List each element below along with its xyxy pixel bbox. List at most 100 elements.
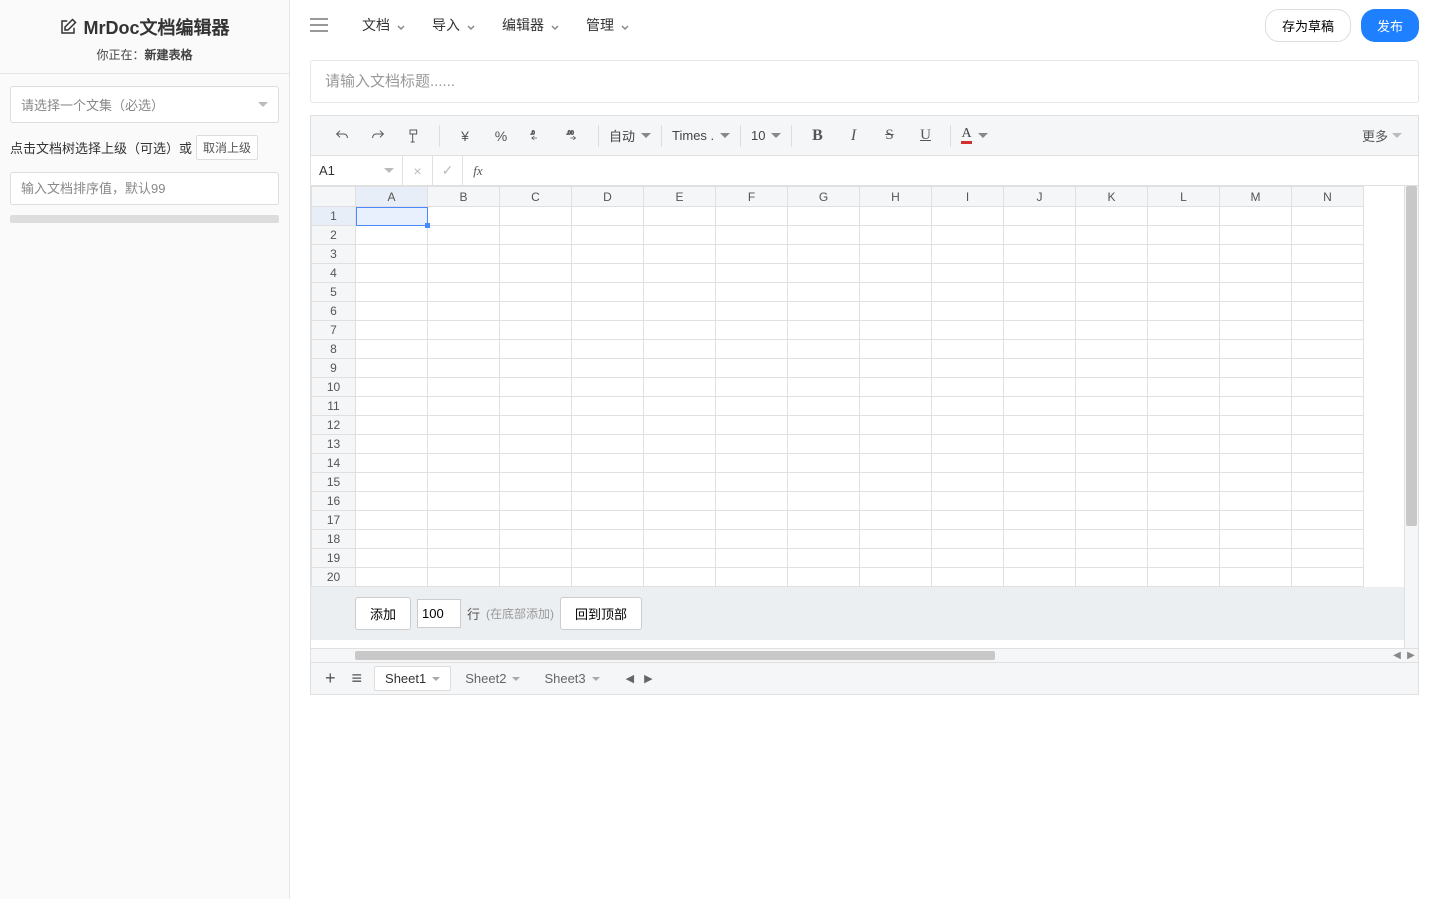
cell[interactable] (572, 530, 644, 549)
underline-button[interactable]: U (912, 123, 938, 149)
cell[interactable] (500, 549, 572, 568)
column-header[interactable]: H (860, 187, 932, 207)
cell[interactable] (1076, 454, 1148, 473)
cell[interactable] (644, 454, 716, 473)
cell[interactable] (356, 454, 428, 473)
cell[interactable] (716, 568, 788, 587)
cell[interactable] (1292, 568, 1364, 587)
cell[interactable] (1220, 302, 1292, 321)
cell[interactable] (644, 568, 716, 587)
undo-button[interactable] (329, 123, 355, 149)
cell[interactable] (572, 302, 644, 321)
cell[interactable] (932, 359, 1004, 378)
cell[interactable] (428, 245, 500, 264)
add-sheet-button[interactable]: + (321, 668, 340, 689)
cell[interactable] (644, 245, 716, 264)
cell[interactable] (716, 207, 788, 226)
cell[interactable] (1220, 568, 1292, 587)
cell[interactable] (500, 359, 572, 378)
cell[interactable] (644, 530, 716, 549)
column-header[interactable]: N (1292, 187, 1364, 207)
cell[interactable] (356, 321, 428, 340)
cell[interactable] (428, 283, 500, 302)
cell[interactable] (572, 397, 644, 416)
cell[interactable] (788, 321, 860, 340)
cell[interactable] (644, 302, 716, 321)
cell[interactable] (932, 397, 1004, 416)
sheet-tab[interactable]: Sheet1 (374, 666, 451, 691)
cell[interactable] (1220, 435, 1292, 454)
strikethrough-button[interactable]: S (876, 123, 902, 149)
cell[interactable] (644, 359, 716, 378)
sort-input[interactable] (10, 172, 279, 205)
cell[interactable] (716, 264, 788, 283)
cell[interactable] (500, 283, 572, 302)
cell[interactable] (1292, 245, 1364, 264)
cell[interactable] (1004, 302, 1076, 321)
cell[interactable] (860, 207, 932, 226)
column-header[interactable]: A (356, 187, 428, 207)
cell[interactable] (572, 511, 644, 530)
cell[interactable] (788, 283, 860, 302)
cell[interactable] (716, 378, 788, 397)
cell[interactable] (1220, 207, 1292, 226)
cell[interactable] (644, 207, 716, 226)
cell[interactable] (716, 435, 788, 454)
cell[interactable] (1148, 397, 1220, 416)
cell[interactable] (788, 245, 860, 264)
cell[interactable] (500, 207, 572, 226)
cell[interactable] (932, 435, 1004, 454)
cell[interactable] (1076, 511, 1148, 530)
cell[interactable] (1220, 359, 1292, 378)
cell[interactable] (1292, 302, 1364, 321)
cell[interactable] (1148, 568, 1220, 587)
cell[interactable] (1076, 340, 1148, 359)
cell[interactable] (1148, 435, 1220, 454)
percent-button[interactable]: % (488, 123, 514, 149)
cell[interactable] (644, 435, 716, 454)
cell[interactable] (1076, 397, 1148, 416)
cell[interactable] (860, 302, 932, 321)
row-header[interactable]: 9 (312, 359, 356, 378)
cell[interactable] (1220, 492, 1292, 511)
cell[interactable] (1004, 359, 1076, 378)
cell[interactable] (428, 530, 500, 549)
cell[interactable] (860, 435, 932, 454)
column-header[interactable]: J (1004, 187, 1076, 207)
cell[interactable] (1004, 264, 1076, 283)
column-header[interactable]: D (572, 187, 644, 207)
cell[interactable] (356, 511, 428, 530)
column-header[interactable]: K (1076, 187, 1148, 207)
cell[interactable] (788, 530, 860, 549)
cell[interactable] (1292, 321, 1364, 340)
cell[interactable] (788, 473, 860, 492)
font-size-select[interactable]: 10 (745, 128, 787, 143)
cell[interactable] (356, 473, 428, 492)
cell[interactable] (716, 302, 788, 321)
cell[interactable] (356, 378, 428, 397)
cell[interactable] (1292, 226, 1364, 245)
row-header[interactable]: 1 (312, 207, 356, 226)
cell[interactable] (644, 473, 716, 492)
cell[interactable] (1220, 226, 1292, 245)
horizontal-scrollbar[interactable]: ◀▶ (311, 648, 1418, 662)
cell[interactable] (1004, 549, 1076, 568)
cell[interactable] (500, 302, 572, 321)
cell[interactable] (1292, 378, 1364, 397)
cell[interactable] (428, 568, 500, 587)
cell[interactable] (788, 435, 860, 454)
cell[interactable] (572, 207, 644, 226)
redo-button[interactable] (365, 123, 391, 149)
cell[interactable] (716, 340, 788, 359)
menu-manage[interactable]: 管理 (586, 15, 630, 35)
cell[interactable] (1220, 397, 1292, 416)
cell[interactable] (1292, 207, 1364, 226)
cell[interactable] (1148, 511, 1220, 530)
cell[interactable] (1076, 416, 1148, 435)
cell[interactable] (1148, 264, 1220, 283)
scroll-left-icon[interactable]: ◀ (1390, 650, 1404, 661)
scrollbar-thumb[interactable] (355, 651, 995, 660)
sheet-grid[interactable]: ABCDEFGHIJKLMN12345678910111213141516171… (311, 186, 1364, 587)
cell[interactable] (1220, 340, 1292, 359)
cell[interactable] (1148, 530, 1220, 549)
